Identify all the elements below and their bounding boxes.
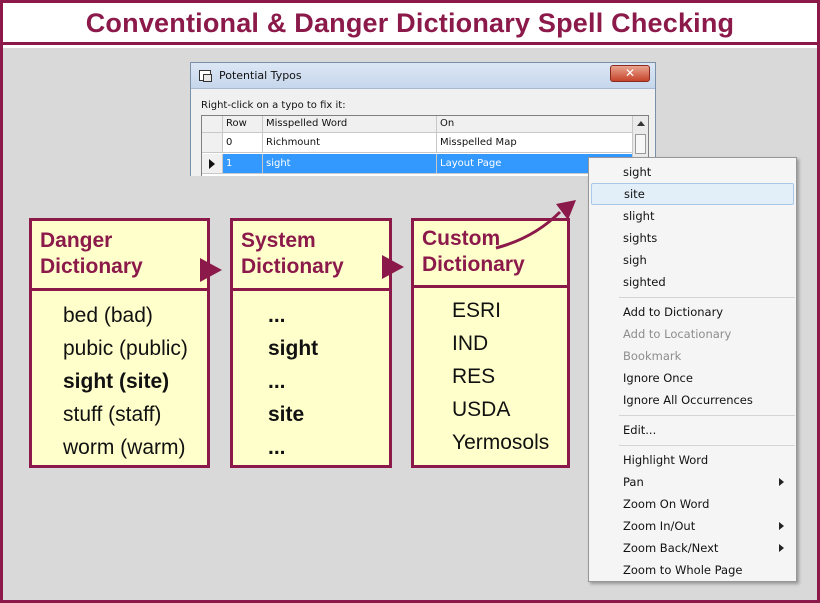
column-header-on[interactable]: On (436, 116, 634, 132)
dialog-title-bar[interactable]: Potential Typos ✕ (191, 63, 655, 89)
scroll-up-arrow-icon[interactable] (637, 121, 645, 126)
dictionary-heading: Danger Dictionary (32, 221, 207, 291)
menu-item-edit[interactable]: Edit... (591, 419, 794, 441)
typos-grid: Row Misspelled Word On 0 Richmount Missp… (201, 115, 649, 176)
dictionary-word-list: bed (bad) pubic (public) sight (site) st… (32, 291, 207, 464)
list-item: worm (warm) (63, 436, 186, 459)
dialog-hint: Right-click on a typo to fix it: (201, 100, 346, 111)
menu-item-suggestion[interactable]: sights (591, 227, 794, 249)
menu-item-zoom-back-next[interactable]: Zoom Back/Next (591, 537, 794, 559)
grid-header: Row Misspelled Word On (202, 116, 634, 133)
page-title-bar: Conventional & Danger Dictionary Spell C… (3, 3, 817, 45)
curved-arrow-icon (495, 200, 576, 250)
menu-separator (619, 415, 795, 416)
menu-item-ignore-all[interactable]: Ignore All Occurrences (591, 389, 794, 411)
list-item: RES (452, 365, 496, 388)
menu-item-label: Zoom Back/Next (623, 541, 719, 555)
page-title: Conventional & Danger Dictionary Spell C… (85, 8, 735, 38)
flow-arrow-icon (382, 255, 404, 279)
column-header-misspelled-word[interactable]: Misspelled Word (262, 116, 436, 132)
dictionary-title-line: Dictionary (422, 253, 525, 276)
menu-item-add-to-locationary: Add to Locationary (623, 327, 732, 341)
flow-arrow-icon (200, 258, 222, 282)
custom-dictionary-box: Custom Dictionary ESRI IND RES USDA Yerm… (411, 218, 570, 468)
header-indicator-cell (202, 116, 222, 132)
dialog-title: Potential Typos (219, 69, 302, 82)
list-item: ... (268, 304, 286, 327)
list-item: site (268, 403, 305, 426)
menu-item-zoom-in-out[interactable]: Zoom In/Out (591, 515, 794, 537)
list-item: ... (268, 436, 286, 459)
submenu-arrow-icon (779, 522, 784, 530)
list-item: IND (452, 332, 489, 355)
submenu-arrow-icon (779, 478, 784, 486)
list-item: USDA (452, 398, 511, 421)
menu-item-label: Zoom In/Out (623, 519, 696, 533)
menu-item-zoom-whole-page[interactable]: Zoom to Whole Page (591, 559, 794, 581)
submenu-arrow-icon (779, 544, 784, 552)
dictionary-title-line: System (241, 229, 316, 252)
menu-separator (619, 297, 795, 298)
dictionary-title-line: Danger (40, 229, 113, 252)
menu-item-suggestion-highlighted[interactable]: site (591, 183, 794, 205)
menu-separator (619, 445, 795, 446)
menu-item-suggestion[interactable]: sighted (591, 271, 794, 293)
location: Misspelled Map (436, 133, 634, 152)
list-item: ESRI (452, 299, 502, 322)
column-header-row[interactable]: Row (222, 116, 262, 132)
table-row[interactable]: 0 Richmount Misspelled Map (202, 133, 634, 153)
system-dictionary-box: System Dictionary ... sight ... site ... (230, 218, 392, 468)
close-button[interactable]: ✕ (610, 65, 650, 82)
list-item: sight (268, 337, 319, 360)
danger-dictionary-box: Danger Dictionary bed (bad) pubic (publi… (29, 218, 210, 468)
misspelled-word: sight (262, 154, 436, 173)
menu-item-suggestion[interactable]: sight (591, 161, 794, 183)
row-indicator (202, 154, 222, 173)
menu-item-ignore-once[interactable]: Ignore Once (591, 367, 794, 389)
list-item: Yermosols (452, 431, 550, 454)
window-icon[interactable] (199, 70, 212, 82)
menu-item-add-to-dictionary[interactable]: Add to Dictionary (591, 301, 794, 323)
row-number: 1 (222, 154, 262, 173)
list-item: sight (site) (63, 370, 170, 393)
scroll-thumb[interactable] (635, 134, 646, 154)
menu-item-suggestion[interactable]: sigh (591, 249, 794, 271)
menu-item-bookmark: Bookmark (623, 349, 682, 363)
dictionary-title-line: Dictionary (40, 255, 143, 278)
misspelled-word: Richmount (262, 133, 436, 152)
potential-typos-dialog: Potential Typos ✕ Right-click on a typo … (190, 62, 656, 176)
menu-item-highlight-word[interactable]: Highlight Word (591, 449, 794, 471)
menu-item-zoom-on-word[interactable]: Zoom On Word (591, 493, 794, 515)
menu-item-suggestion[interactable]: slight (591, 205, 794, 227)
row-number: 0 (222, 133, 262, 152)
list-item: ... (268, 370, 286, 393)
menu-item-pan[interactable]: Pan (591, 471, 794, 493)
current-row-arrow-icon (209, 159, 215, 169)
list-item: bed (bad) (63, 304, 153, 327)
table-row-selected[interactable]: 1 sight Layout Page (202, 154, 634, 174)
dictionary-word-list: ESRI IND RES USDA Yermosols (414, 288, 567, 459)
dictionary-title-line: Dictionary (241, 255, 344, 278)
dictionary-heading: System Dictionary (233, 221, 389, 291)
list-item: pubic (public) (63, 337, 188, 360)
dictionary-word-list: ... sight ... site ... (233, 291, 389, 464)
row-indicator (202, 133, 222, 152)
list-item: stuff (staff) (63, 403, 162, 426)
menu-item-label: Pan (623, 475, 644, 489)
spelling-context-menu: sight site slight sights sigh sighted Ad… (588, 157, 797, 582)
